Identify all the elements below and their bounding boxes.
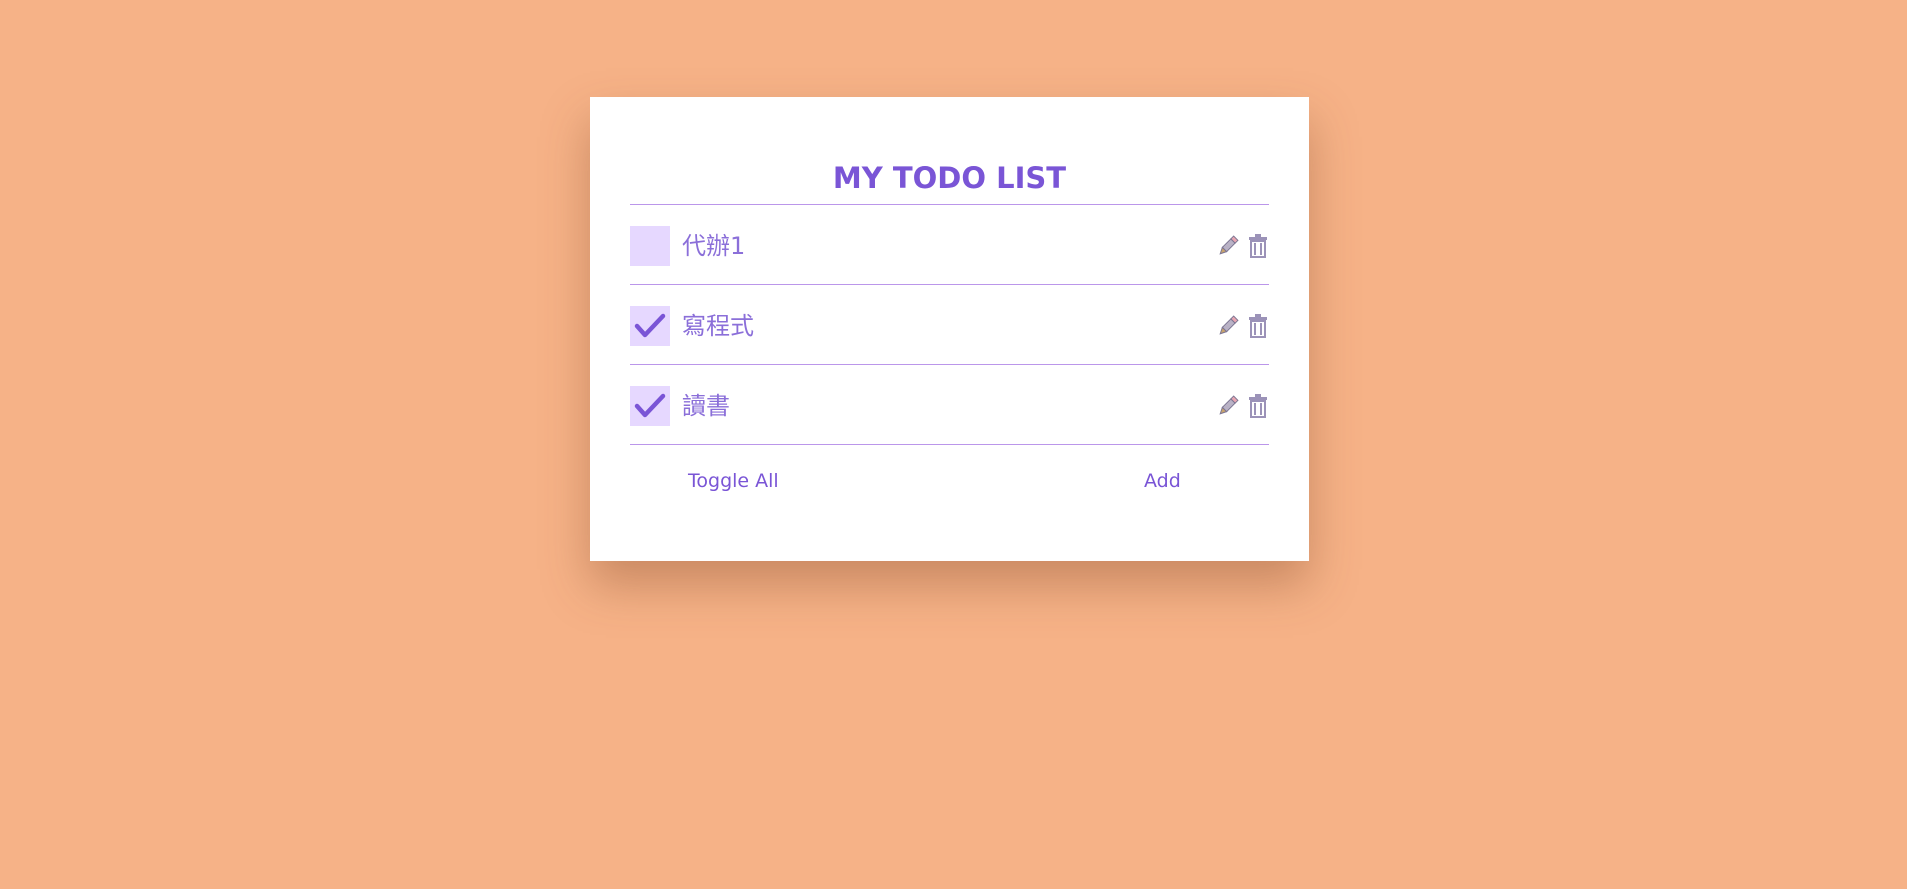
todo-card: MY TODO LIST 代辦1 寫程式 讀書 Toggle All Add bbox=[590, 97, 1309, 561]
trash-icon[interactable] bbox=[1247, 393, 1269, 419]
pencil-icon[interactable] bbox=[1217, 393, 1239, 419]
todo-actions bbox=[1217, 313, 1269, 339]
add-button[interactable]: Add bbox=[1144, 461, 1181, 501]
todo-checkbox[interactable] bbox=[630, 226, 670, 266]
todo-text: 讀書 bbox=[682, 392, 730, 420]
todo-footer: Toggle All Add bbox=[630, 461, 1269, 501]
todo-text: 代辦1 bbox=[682, 232, 746, 260]
todo-actions bbox=[1217, 233, 1269, 259]
page-title: MY TODO LIST bbox=[832, 161, 1067, 196]
trash-icon[interactable] bbox=[1247, 233, 1269, 259]
pencil-icon[interactable] bbox=[1217, 233, 1239, 259]
todo-item: 讀書 bbox=[630, 365, 1269, 445]
todo-list: 代辦1 寫程式 讀書 bbox=[630, 204, 1269, 445]
trash-icon[interactable] bbox=[1247, 313, 1269, 339]
todo-item: 寫程式 bbox=[630, 285, 1269, 365]
checkmark-icon bbox=[634, 313, 666, 338]
todo-text: 寫程式 bbox=[682, 312, 754, 340]
todo-checkbox[interactable] bbox=[630, 386, 670, 426]
checkmark-icon bbox=[634, 393, 666, 418]
toggle-all-button[interactable]: Toggle All bbox=[688, 461, 779, 501]
pencil-icon[interactable] bbox=[1217, 313, 1239, 339]
todo-actions bbox=[1217, 393, 1269, 419]
todo-checkbox[interactable] bbox=[630, 306, 670, 346]
todo-item: 代辦1 bbox=[630, 205, 1269, 285]
